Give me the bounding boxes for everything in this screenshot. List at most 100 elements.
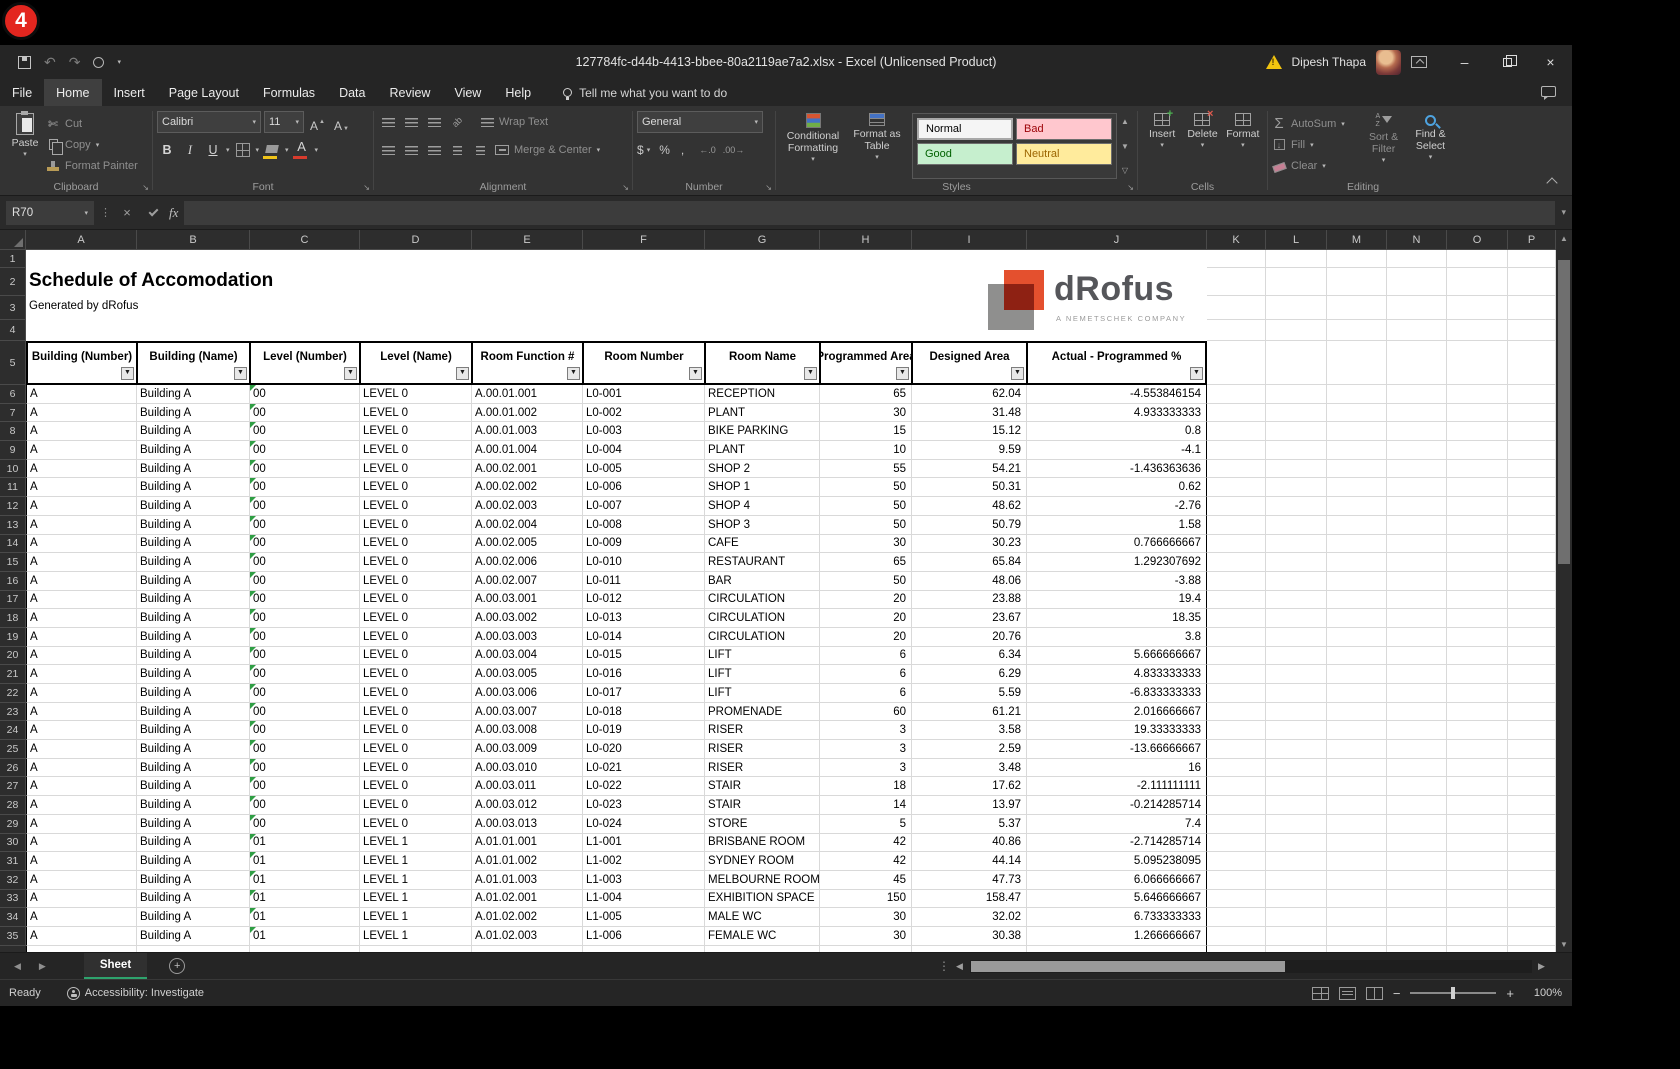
- cell-D14[interactable]: LEVEL 0: [360, 535, 472, 554]
- cell-L15[interactable]: [1266, 553, 1327, 572]
- cell-B30[interactable]: Building A: [137, 834, 250, 853]
- cell-N5[interactable]: [1387, 341, 1447, 385]
- cell-G1[interactable]: [705, 250, 820, 268]
- cell-B25[interactable]: Building A: [137, 740, 250, 759]
- cell-L22[interactable]: [1266, 684, 1327, 703]
- cell-J31[interactable]: 5.095238095: [1027, 852, 1207, 871]
- cell-F28[interactable]: L0-023: [583, 796, 705, 815]
- cell-I24[interactable]: 3.58: [912, 721, 1027, 740]
- cell-B12[interactable]: Building A: [137, 497, 250, 516]
- cell-F27[interactable]: L0-022: [583, 777, 705, 796]
- cell-B11[interactable]: Building A: [137, 478, 250, 497]
- row-header-6[interactable]: 6: [0, 385, 26, 404]
- cell-C27[interactable]: 00: [250, 777, 360, 796]
- cell-O13[interactable]: [1447, 516, 1508, 535]
- scroll-right-icon[interactable]: ▶: [1538, 961, 1545, 972]
- cell-A27[interactable]: A: [26, 777, 137, 796]
- cell-B16[interactable]: Building A: [137, 572, 250, 591]
- cell-K21[interactable]: [1207, 665, 1266, 684]
- row-header-19[interactable]: 19: [0, 628, 26, 647]
- cell-K5[interactable]: [1207, 341, 1266, 385]
- cell-P24[interactable]: [1508, 721, 1556, 740]
- cell-D24[interactable]: LEVEL 0: [360, 721, 472, 740]
- cell-H27[interactable]: 18: [820, 777, 912, 796]
- tab-file[interactable]: File: [0, 79, 44, 106]
- cell-D16[interactable]: LEVEL 0: [360, 572, 472, 591]
- cell-E32[interactable]: A.01.01.003: [472, 871, 583, 890]
- cell-O10[interactable]: [1447, 460, 1508, 479]
- cell-G24[interactable]: RISER: [705, 721, 820, 740]
- font-name-select[interactable]: Calibri▾: [157, 111, 261, 133]
- cell-F11[interactable]: L0-006: [583, 478, 705, 497]
- cell-A17[interactable]: A: [26, 591, 137, 610]
- cell-G13[interactable]: SHOP 3: [705, 516, 820, 535]
- cell-H33[interactable]: 150: [820, 890, 912, 909]
- cell-A14[interactable]: A: [26, 535, 137, 554]
- cell-D27[interactable]: LEVEL 0: [360, 777, 472, 796]
- cell-F9[interactable]: L0-004: [583, 441, 705, 460]
- cell-L8[interactable]: [1266, 422, 1327, 441]
- vertical-scrollbar-thumb[interactable]: [1558, 260, 1570, 564]
- cell-M4[interactable]: [1327, 320, 1387, 341]
- cell-G14[interactable]: CAFE: [705, 535, 820, 554]
- tab-home[interactable]: Home: [44, 79, 101, 106]
- filter-button-I[interactable]: ▼: [1011, 367, 1024, 380]
- cell-C28[interactable]: 00: [250, 796, 360, 815]
- cell-O12[interactable]: [1447, 497, 1508, 516]
- cell-B19[interactable]: Building A: [137, 628, 250, 647]
- cell-G22[interactable]: LIFT: [705, 684, 820, 703]
- zoom-slider-thumb[interactable]: [1451, 987, 1455, 999]
- cell-E30[interactable]: A.01.01.001: [472, 834, 583, 853]
- cell-B15[interactable]: Building A: [137, 553, 250, 572]
- cell-J6[interactable]: -4.553846154: [1027, 385, 1207, 404]
- cell-A12[interactable]: A: [26, 497, 137, 516]
- column-header-H[interactable]: H: [820, 230, 912, 250]
- tab-formulas[interactable]: Formulas: [251, 79, 327, 106]
- cell-N16[interactable]: [1387, 572, 1447, 591]
- cell-P14[interactable]: [1508, 535, 1556, 554]
- find-select-button[interactable]: Find & Select▾: [1407, 110, 1454, 179]
- align-top-icon[interactable]: [378, 112, 398, 132]
- cell-J5[interactable]: Actual - Programmed %▼: [1027, 341, 1207, 385]
- styles-dialog-launcher[interactable]: ↘: [1127, 184, 1134, 192]
- undo-icon[interactable]: ↶: [44, 55, 56, 69]
- cell-M34[interactable]: [1327, 908, 1387, 927]
- cell-H20[interactable]: 6: [820, 647, 912, 666]
- cell-G32[interactable]: MELBOURNE ROOM: [705, 871, 820, 890]
- cell-H7[interactable]: 30: [820, 404, 912, 423]
- cell-N2[interactable]: [1387, 268, 1447, 296]
- cell-O33[interactable]: [1447, 890, 1508, 909]
- cell-H3[interactable]: [820, 296, 912, 320]
- comments-icon[interactable]: [1541, 86, 1556, 97]
- row-header-10[interactable]: 10: [0, 460, 26, 479]
- cell-E16[interactable]: A.00.02.007: [472, 572, 583, 591]
- cell-D1[interactable]: [360, 250, 472, 268]
- cell-O25[interactable]: [1447, 740, 1508, 759]
- cell-F15[interactable]: L0-010: [583, 553, 705, 572]
- align-center-icon[interactable]: [401, 140, 421, 160]
- cell-P29[interactable]: [1508, 815, 1556, 834]
- cell-L19[interactable]: [1266, 628, 1327, 647]
- cell-E4[interactable]: [472, 320, 583, 341]
- row-header-4[interactable]: 4: [0, 320, 26, 341]
- new-sheet-icon[interactable]: +: [169, 958, 185, 974]
- cell-L34[interactable]: [1266, 908, 1327, 927]
- cell-D35[interactable]: LEVEL 1: [360, 927, 472, 946]
- cell-H29[interactable]: 5: [820, 815, 912, 834]
- cell-style-good[interactable]: Good: [917, 143, 1013, 165]
- cell-D5[interactable]: Level (Name)▼: [360, 341, 472, 385]
- row-header-21[interactable]: 21: [0, 665, 26, 684]
- cell-J19[interactable]: 3.8: [1027, 628, 1207, 647]
- autosum-button[interactable]: ΣAutoSum▾: [1272, 114, 1360, 133]
- column-header-J[interactable]: J: [1027, 230, 1207, 250]
- italic-button[interactable]: I: [180, 139, 200, 161]
- cell-P23[interactable]: [1508, 703, 1556, 722]
- cell-K31[interactable]: [1207, 852, 1266, 871]
- cell-F29[interactable]: L0-024: [583, 815, 705, 834]
- cell-G26[interactable]: RISER: [705, 759, 820, 778]
- cell-C7[interactable]: 00: [250, 404, 360, 423]
- cell-H32[interactable]: 45: [820, 871, 912, 890]
- cell-M6[interactable]: [1327, 385, 1387, 404]
- column-header-K[interactable]: K: [1207, 230, 1266, 250]
- increase-indent-icon[interactable]: [470, 140, 490, 160]
